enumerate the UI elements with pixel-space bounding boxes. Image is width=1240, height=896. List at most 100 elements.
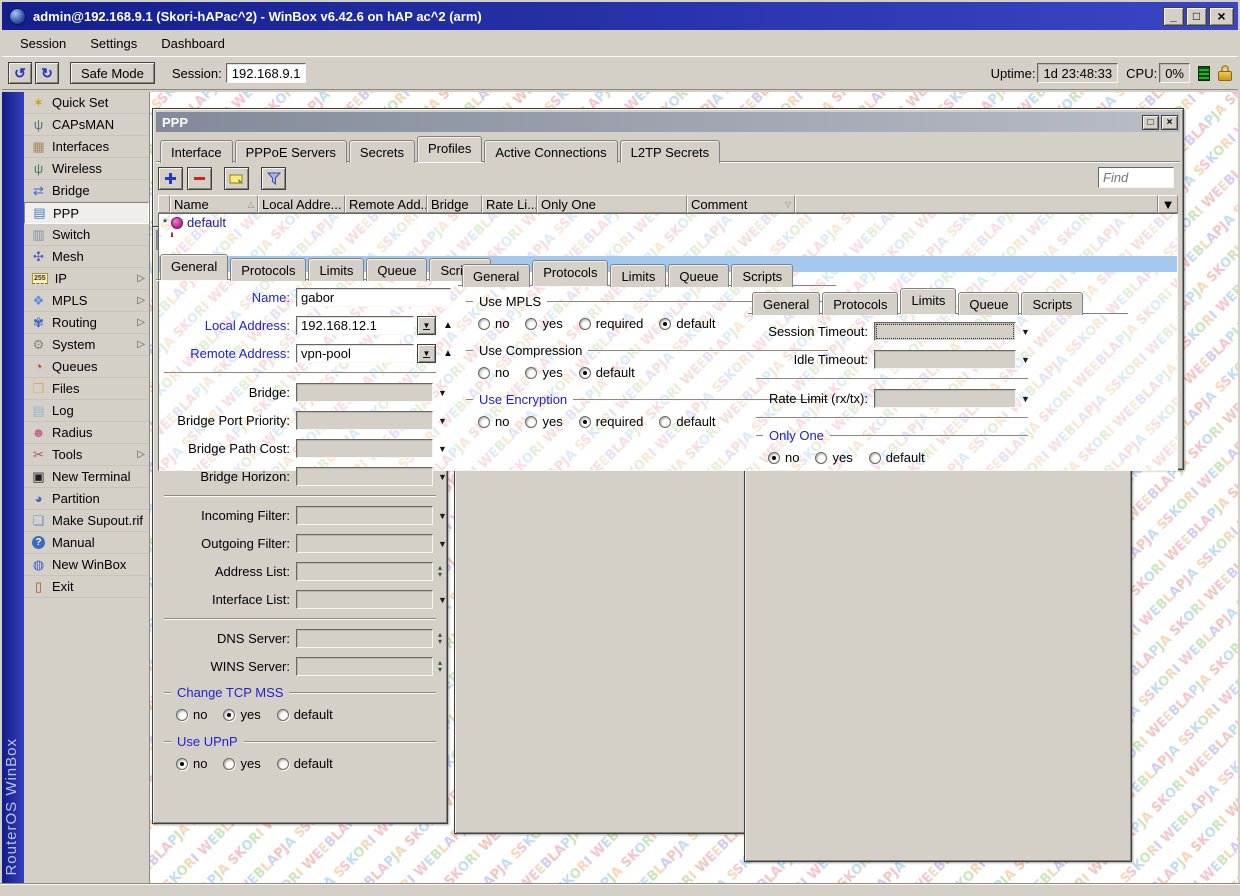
field-input[interactable] [296, 506, 433, 525]
close-button[interactable]: × [1209, 7, 1234, 26]
sidebar-item-new-winbox[interactable]: ◍New WinBox [24, 554, 149, 576]
dialog-protocols-tab-limits[interactable]: Limits [610, 264, 666, 287]
radio-option-yes[interactable]: yes [525, 365, 562, 380]
menu-session[interactable]: Session [8, 32, 78, 55]
sidebar-item-mesh[interactable]: ✣Mesh [24, 246, 149, 268]
radio-option-default[interactable]: default [277, 756, 333, 771]
ppp-tab-pppoe-servers[interactable]: PPPoE Servers [235, 140, 347, 163]
sidebar-item-system[interactable]: ⚙System▷ [24, 334, 149, 356]
sidebar-item-radius[interactable]: ☻Radius [24, 422, 149, 444]
dialog-protocols-tab-protocols[interactable]: Protocols [532, 260, 608, 286]
radio-option-default[interactable]: default [659, 414, 715, 429]
field-input[interactable]: vpn-pool [296, 344, 414, 363]
expand-up-icon[interactable]: ▲ [443, 348, 453, 359]
radio-option-no[interactable]: no [176, 756, 207, 771]
dialog-limits-tab-scripts[interactable]: Scripts [1021, 292, 1083, 315]
field-input[interactable] [296, 657, 433, 676]
field-input[interactable]: gabor [296, 288, 451, 307]
radio-option-yes[interactable]: yes [525, 316, 562, 331]
radio-unselected-icon[interactable] [478, 416, 490, 428]
radio-option-no[interactable]: no [478, 365, 509, 380]
sidebar-item-mpls[interactable]: ❖MPLS▷ [24, 290, 149, 312]
ppp-tab-l2tp-secrets[interactable]: L2TP Secrets [620, 140, 721, 163]
field-input[interactable]: 192.168.12.1 [296, 316, 414, 335]
field-input[interactable] [874, 322, 1016, 341]
column-header-name[interactable]: Name△ [170, 195, 258, 213]
field-input[interactable] [296, 383, 433, 402]
radio-unselected-icon[interactable] [525, 416, 537, 428]
dropdown-button[interactable]: ▼ [417, 316, 436, 335]
radio-option-no[interactable]: no [768, 450, 799, 465]
radio-unselected-icon[interactable] [659, 416, 671, 428]
field-input[interactable] [296, 467, 433, 486]
table-row[interactable]: *default [159, 214, 1177, 231]
radio-option-yes[interactable]: yes [223, 707, 260, 722]
radio-unselected-icon[interactable] [525, 367, 537, 379]
comment-row-button[interactable] [224, 167, 249, 190]
radio-option-yes[interactable]: yes [223, 756, 260, 771]
radio-unselected-icon[interactable] [176, 709, 188, 721]
sidebar-item-log[interactable]: ▤Log [24, 400, 149, 422]
field-input[interactable] [296, 590, 433, 609]
dialog-general-tab-queue[interactable]: Queue [366, 258, 427, 281]
ppp-tab-active-connections[interactable]: Active Connections [484, 140, 617, 163]
radio-option-yes[interactable]: yes [525, 414, 562, 429]
radio-option-yes[interactable]: yes [815, 450, 852, 465]
menu-settings[interactable]: Settings [78, 32, 149, 55]
safe-mode-button[interactable]: Safe Mode [70, 62, 155, 84]
dropdown-button[interactable]: ▼ [417, 344, 436, 363]
column-header-only-one[interactable]: Only One [537, 195, 687, 213]
dropdown-arrow-icon[interactable]: ▼ [438, 388, 447, 398]
column-header-flag[interactable] [158, 195, 170, 213]
radio-unselected-icon[interactable] [815, 452, 827, 464]
sidebar-item-tools[interactable]: ✂Tools▷ [24, 444, 149, 466]
add-button[interactable] [158, 167, 183, 190]
minimize-button[interactable]: _ [1163, 7, 1184, 26]
dialog-limits-tab-general[interactable]: General [752, 292, 820, 315]
radio-option-default[interactable]: default [277, 707, 333, 722]
radio-unselected-icon[interactable] [869, 452, 881, 464]
dropdown-arrow-icon[interactable]: ▼ [438, 444, 447, 454]
ppp-tab-interface[interactable]: Interface [160, 140, 233, 163]
dialog-general-tab-protocols[interactable]: Protocols [230, 258, 306, 281]
ppp-close-button[interactable]: × [1161, 115, 1178, 130]
dropdown-arrow-icon[interactable]: ▼ [1021, 355, 1030, 365]
column-header-local-addre[interactable]: Local Addre... [258, 195, 345, 213]
field-input[interactable] [296, 562, 433, 581]
radio-selected-icon[interactable] [659, 318, 671, 330]
sidebar-item-new-terminal[interactable]: ▣New Terminal [24, 466, 149, 488]
spinner-control[interactable]: ▴▾ [438, 632, 442, 646]
sidebar-item-wireless[interactable]: ψWireless [24, 158, 149, 180]
dialog-general-tab-limits[interactable]: Limits [308, 258, 364, 281]
field-input[interactable] [874, 389, 1016, 408]
sidebar-item-manual[interactable]: ?Manual [24, 532, 149, 554]
expand-up-icon[interactable]: ▲ [443, 320, 453, 331]
dialog-limits-tab-protocols[interactable]: Protocols [822, 292, 898, 315]
sidebar-item-interfaces[interactable]: ▦Interfaces [24, 136, 149, 158]
dropdown-arrow-icon[interactable]: ▼ [1021, 394, 1030, 404]
sidebar-item-quick-set[interactable]: ✶Quick Set [24, 92, 149, 114]
radio-unselected-icon[interactable] [478, 318, 490, 330]
sidebar-item-ip[interactable]: 255IP▷ [24, 268, 149, 290]
radio-unselected-icon[interactable] [277, 758, 289, 770]
remove-row-button[interactable] [187, 167, 212, 190]
filter-button[interactable] [261, 167, 286, 190]
sidebar-item-exit[interactable]: ▯Exit [24, 576, 149, 598]
dialog-protocols-tab-queue[interactable]: Queue [668, 264, 729, 287]
dropdown-arrow-icon[interactable]: ▼ [1021, 327, 1030, 337]
radio-option-default[interactable]: default [579, 365, 635, 380]
radio-selected-icon[interactable] [768, 452, 780, 464]
column-selector-button[interactable]: ▼ [1158, 195, 1178, 213]
field-input[interactable] [874, 350, 1016, 369]
radio-unselected-icon[interactable] [277, 709, 289, 721]
undo-button[interactable]: ↺ [8, 62, 32, 84]
column-header-rate-li[interactable]: Rate Li... [482, 195, 537, 213]
dropdown-arrow-icon[interactable]: ▼ [438, 539, 447, 549]
column-header-comment[interactable]: Comment▽ [687, 195, 795, 213]
spinner-control[interactable]: ▴▾ [438, 565, 442, 579]
sidebar-item-make-supout-rif[interactable]: ❏Make Supout.rif [24, 510, 149, 532]
radio-option-required[interactable]: required [579, 414, 644, 429]
sidebar-item-switch[interactable]: ▥Switch [24, 224, 149, 246]
sidebar-item-ppp[interactable]: ▤PPP [24, 202, 149, 224]
column-header-remote-add[interactable]: Remote Add... [345, 195, 427, 213]
